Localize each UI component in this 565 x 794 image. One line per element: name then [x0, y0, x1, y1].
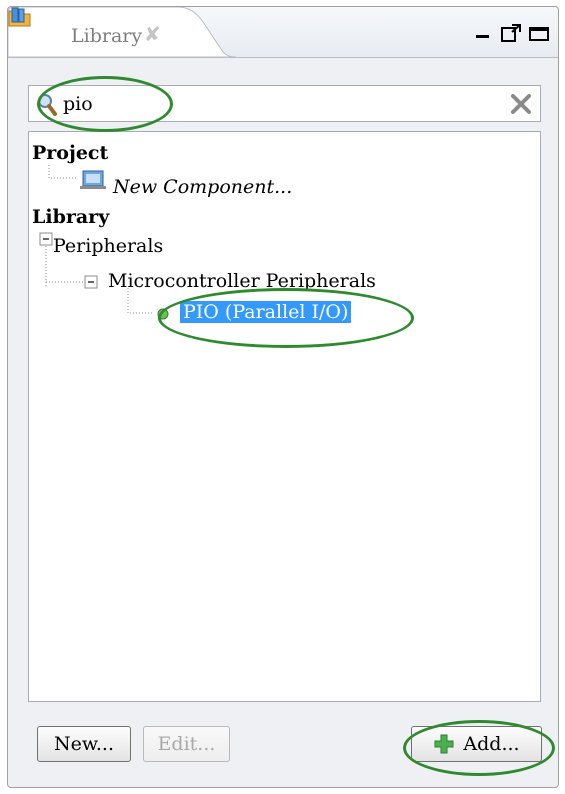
tree-connector: [127, 288, 153, 314]
maximize-icon[interactable]: [526, 21, 554, 47]
tree-header-library: Library: [32, 206, 110, 228]
view-toolbar: Library ✘: [8, 7, 558, 58]
search-input[interactable]: [63, 91, 483, 117]
tree-item-pio[interactable]: PIO (Parallel I/O): [180, 301, 352, 323]
add-button-label: Add...: [463, 733, 520, 755]
minimize-icon[interactable]: [470, 21, 498, 47]
edit-button[interactable]: Edit...: [143, 726, 230, 762]
new-button[interactable]: New...: [37, 726, 131, 762]
component-icon: [80, 170, 106, 189]
tree-connector: [48, 165, 76, 179]
tab-close-icon[interactable]: ✘: [144, 22, 161, 46]
tree-header-project: Project: [32, 142, 109, 164]
add-button[interactable]: Add...: [411, 726, 542, 762]
clear-icon[interactable]: [510, 93, 532, 115]
search-icon: [38, 94, 57, 116]
collapse-icon[interactable]: [84, 275, 100, 291]
tab-title: Library: [71, 25, 143, 47]
tab-library[interactable]: Library ✘: [8, 7, 236, 57]
component-tree[interactable]: Project New Component... Library Periphe…: [28, 131, 541, 702]
tree-item-new-component[interactable]: New Component...: [113, 176, 292, 198]
library-folder-icon: [8, 7, 31, 27]
plus-icon: [434, 734, 454, 754]
search-box: [28, 85, 541, 122]
ip-dot-icon: [157, 308, 169, 320]
restore-icon[interactable]: [498, 21, 526, 47]
tree-connector: [46, 281, 85, 283]
tree-item-peripherals[interactable]: Peripherals: [53, 235, 163, 257]
